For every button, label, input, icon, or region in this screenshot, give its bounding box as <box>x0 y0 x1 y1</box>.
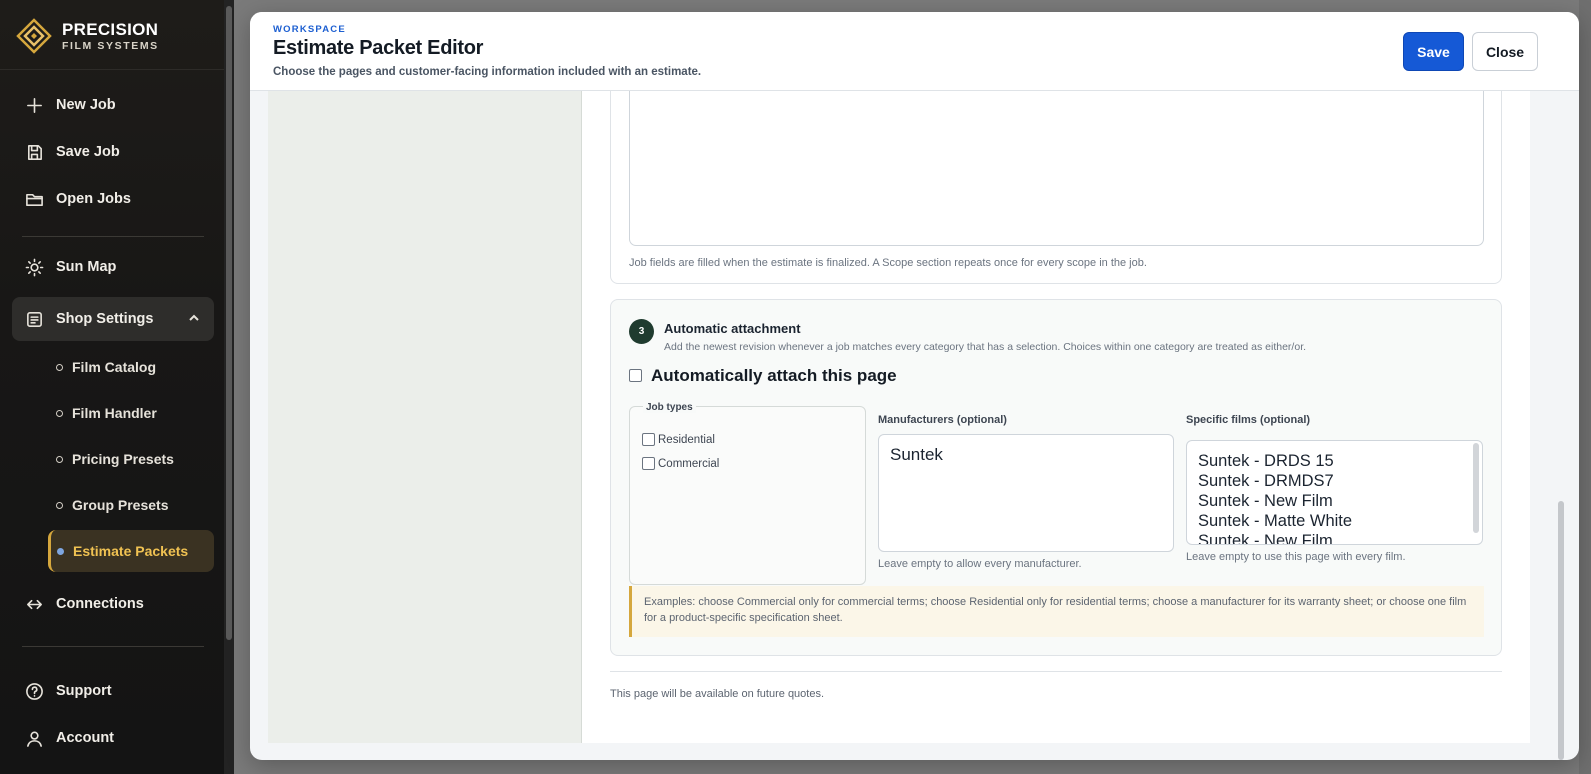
manufacturers-label: Manufacturers (optional) <box>878 414 1007 426</box>
section-title: Automatic attachment <box>664 321 801 336</box>
subnav-film-catalog[interactable]: Film Catalog <box>48 346 214 388</box>
modal-description: Choose the pages and customer-facing inf… <box>273 66 702 78</box>
job-type-residential[interactable]: Residential <box>642 433 715 446</box>
nav-shop-settings[interactable]: Shop Settings <box>12 297 214 341</box>
residential-checkbox[interactable] <box>642 433 655 446</box>
footer-note: This page will be available on future qu… <box>610 688 825 700</box>
sidebar-scrollbar[interactable] <box>226 6 232 640</box>
subnav-label: Film Handler <box>72 405 157 421</box>
subnav-estimate-packets[interactable]: Estimate Packets <box>48 530 214 572</box>
save-button[interactable]: Save <box>1403 32 1464 71</box>
bullet-icon <box>56 409 63 417</box>
job-type-label: Residential <box>658 433 715 446</box>
modal-eyebrow: WORKSPACE <box>273 24 346 35</box>
films-select[interactable]: Suntek - DRDS 15 Suntek - DRMDS7 Suntek … <box>1186 440 1483 545</box>
bullet-icon <box>56 455 63 463</box>
automatic-attachment-card: 3 Automatic attachment Add the newest re… <box>610 299 1502 656</box>
sidebar-separator <box>22 236 204 237</box>
modal-title: Estimate Packet Editor <box>273 37 484 59</box>
subnav-group-presets[interactable]: Group Presets <box>48 484 214 526</box>
nav-sun-map[interactable]: Sun Map <box>12 245 214 289</box>
estimate-packet-editor-modal: WORKSPACE Estimate Packet Editor Choose … <box>250 12 1579 760</box>
folder-icon <box>24 189 44 209</box>
film-option[interactable]: Suntek - New Film <box>1198 531 1471 544</box>
nav-open-jobs[interactable]: Open Jobs <box>12 177 214 221</box>
chevron-up-icon[interactable] <box>188 312 200 324</box>
bullet-icon <box>57 547 64 555</box>
film-option[interactable]: Suntek - New Film <box>1198 491 1471 511</box>
manufacturer-option[interactable]: Suntek <box>890 445 1162 465</box>
subnav-label: Film Catalog <box>72 359 157 375</box>
film-option[interactable]: Suntek - DRDS 15 <box>1198 451 1471 471</box>
nav-label: New Job <box>56 97 116 113</box>
films-help: Leave empty to use this page with every … <box>1186 551 1406 563</box>
settings-list-icon <box>24 309 44 329</box>
step-badge: 3 <box>629 319 654 344</box>
auto-attach-label[interactable]: Automatically attach this page <box>651 366 897 386</box>
job-fields-card: Job fields are filled when the estimate … <box>610 91 1502 284</box>
nav-support[interactable]: Support <box>12 669 214 713</box>
save-icon <box>24 142 44 162</box>
subnav-label: Estimate Packets <box>73 543 189 559</box>
nav-label: Save Job <box>56 144 120 160</box>
brand-name: PRECISION <box>62 19 159 39</box>
subnav-label: Group Presets <box>72 497 169 513</box>
subnav-label: Pricing Presets <box>72 451 174 467</box>
nav-save-job[interactable]: Save Job <box>12 130 214 174</box>
manufacturers-help: Leave empty to allow every manufacturer. <box>878 558 1082 570</box>
job-type-commercial[interactable]: Commercial <box>642 457 719 470</box>
bullet-icon <box>56 363 63 371</box>
section-description: Add the newest revision whenever a job m… <box>664 341 1307 353</box>
nav-label: Support <box>56 683 112 699</box>
sun-icon <box>24 257 44 277</box>
modal-scrollbar-thumb[interactable] <box>1558 501 1564 760</box>
bullet-icon <box>56 501 63 509</box>
help-circle-icon <box>24 681 44 701</box>
film-option[interactable]: Suntek - Matte White <box>1198 511 1471 531</box>
films-label: Specific films (optional) <box>1186 414 1311 426</box>
plus-icon <box>24 95 44 115</box>
brand-logo[interactable]: PRECISION FILM SYSTEMS <box>16 16 159 56</box>
modal-scrollbar[interactable] <box>1556 91 1566 760</box>
sidebar-separator <box>22 646 204 647</box>
close-button[interactable]: Close <box>1472 32 1538 71</box>
nav-label: Shop Settings <box>56 311 154 327</box>
job-types-group: Job types Residential Commercial <box>629 402 866 585</box>
user-icon <box>24 728 44 748</box>
modal-header: WORKSPACE Estimate Packet Editor Choose … <box>250 12 1579 91</box>
subnav-film-handler[interactable]: Film Handler <box>48 392 214 434</box>
nav-label: Account <box>56 730 114 746</box>
nav-account[interactable]: Account <box>12 716 214 760</box>
film-option[interactable]: Suntek - DRMDS7 <box>1198 471 1471 491</box>
page-list-pane <box>268 91 582 743</box>
job-types-legend: Job types <box>643 402 696 413</box>
subnav-pricing-presets[interactable]: Pricing Presets <box>48 438 214 480</box>
job-type-label: Commercial <box>658 457 720 470</box>
brand-subtitle: FILM SYSTEMS <box>62 39 159 52</box>
page-content-textarea[interactable] <box>629 91 1484 246</box>
brand-mark-icon <box>16 18 52 54</box>
backdrop <box>1579 0 1591 774</box>
modal-body: Job fields are filled when the estimate … <box>268 91 1530 743</box>
nav-label: Connections <box>56 596 144 612</box>
footer-divider <box>610 671 1502 672</box>
job-fields-note: Job fields are filled when the estimate … <box>629 257 1147 269</box>
examples-callout: Examples: choose Commercial only for com… <box>629 586 1484 637</box>
nav-label: Open Jobs <box>56 191 131 207</box>
auto-attach-checkbox[interactable] <box>629 369 642 382</box>
films-scrollbar[interactable] <box>1473 443 1479 533</box>
nav-label: Sun Map <box>56 259 117 275</box>
sidebar: PRECISION FILM SYSTEMS New Job Save Job … <box>0 0 234 774</box>
connections-icon <box>24 594 44 614</box>
nav-connections[interactable]: Connections <box>12 582 214 626</box>
commercial-checkbox[interactable] <box>642 457 655 470</box>
sidebar-divider <box>0 69 224 70</box>
nav-new-job[interactable]: New Job <box>12 83 214 127</box>
manufacturers-select[interactable]: Suntek <box>878 434 1174 552</box>
